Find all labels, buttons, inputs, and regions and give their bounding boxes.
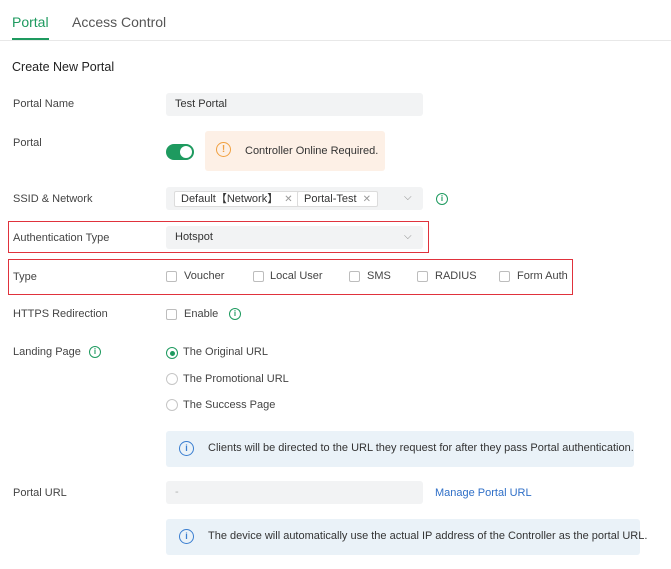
page-title: Create New Portal (12, 60, 115, 74)
manage-portal-url-link[interactable]: Manage Portal URL (435, 487, 532, 499)
portal-url-input[interactable]: - (166, 481, 423, 504)
option-original-url: The Original URL (183, 346, 268, 358)
chip-label: Default【Network】 (181, 193, 279, 205)
info-icon: i (179, 441, 194, 456)
radio-original-url[interactable] (166, 347, 178, 359)
warning-icon: ! (216, 142, 231, 157)
option-voucher: Voucher (184, 270, 225, 282)
checkbox-sms[interactable] (349, 271, 360, 282)
type-label: Type (13, 271, 37, 283)
portal-name-label: Portal Name (13, 98, 75, 110)
option-sms: SMS (367, 270, 391, 282)
portal-toggle[interactable] (166, 144, 194, 160)
chip-label: Portal-Test (304, 193, 357, 205)
option-form-auth: Form Auth (517, 270, 568, 282)
toggle-knob (180, 146, 192, 158)
checkbox-voucher[interactable] (166, 271, 177, 282)
auth-type-value: Hotspot (175, 231, 213, 243)
portal-url-value: - (175, 486, 179, 498)
https-redirection-label: HTTPS Redirection (13, 308, 108, 320)
auth-type-label: Authentication Type (13, 232, 110, 244)
portal-name-value: Test Portal (175, 98, 227, 110)
portal-url-info-text: The device will automatically use the ac… (208, 530, 648, 542)
auth-type-select[interactable]: Hotspot ⌵ (166, 226, 423, 249)
checkbox-https-enable[interactable] (166, 309, 177, 320)
checkbox-radius[interactable] (417, 271, 428, 282)
portal-label: Portal (13, 137, 42, 149)
info-icon[interactable]: i (229, 308, 241, 320)
chevron-down-icon: ⌵ (404, 192, 412, 203)
tab-portal[interactable]: Portal (12, 14, 49, 30)
chevron-down-icon: ⌵ (404, 231, 412, 242)
info-icon[interactable]: i (89, 346, 101, 358)
checkbox-form-auth[interactable] (499, 271, 510, 282)
option-promotional-url: The Promotional URL (183, 373, 289, 385)
option-success-page: The Success Page (183, 399, 276, 411)
radio-success-page[interactable] (166, 399, 178, 411)
info-icon: i (179, 529, 194, 544)
active-tab-indicator (12, 38, 49, 40)
chip-remove-icon[interactable]: ✕ (363, 194, 371, 205)
warning-text: Controller Online Required. (245, 145, 379, 157)
checkbox-local-user[interactable] (253, 271, 264, 282)
tab-access-control[interactable]: Access Control (72, 14, 166, 30)
landing-page-info-text: Clients will be directed to the URL they… (208, 442, 634, 454)
ssid-chip-default: Default【Network】 ✕ (174, 191, 300, 207)
portal-url-info-banner: i The device will automatically use the … (166, 519, 647, 555)
option-radius: RADIUS (435, 270, 477, 282)
ssid-network-select[interactable]: Default【Network】 ✕ Portal-Test ✕ ⌵ (166, 187, 423, 210)
ssid-chip-portal-test: Portal-Test ✕ (297, 191, 378, 207)
portal-name-input[interactable]: Test Portal (166, 93, 423, 116)
option-enable: Enable (184, 308, 219, 320)
landing-page-info-banner: i Clients will be directed to the URL th… (166, 431, 634, 467)
radio-promotional-url[interactable] (166, 373, 178, 385)
info-icon[interactable]: i (436, 193, 448, 205)
warning-banner: ! Controller Online Required. (205, 131, 385, 171)
option-local-user: Local User (270, 270, 323, 282)
ssid-network-label: SSID & Network (13, 193, 93, 205)
chip-remove-icon[interactable]: ✕ (284, 194, 292, 205)
portal-url-label: Portal URL (13, 487, 67, 499)
landing-page-label: Landing Page (13, 346, 81, 358)
tab-bar: Portal Access Control (0, 0, 671, 41)
